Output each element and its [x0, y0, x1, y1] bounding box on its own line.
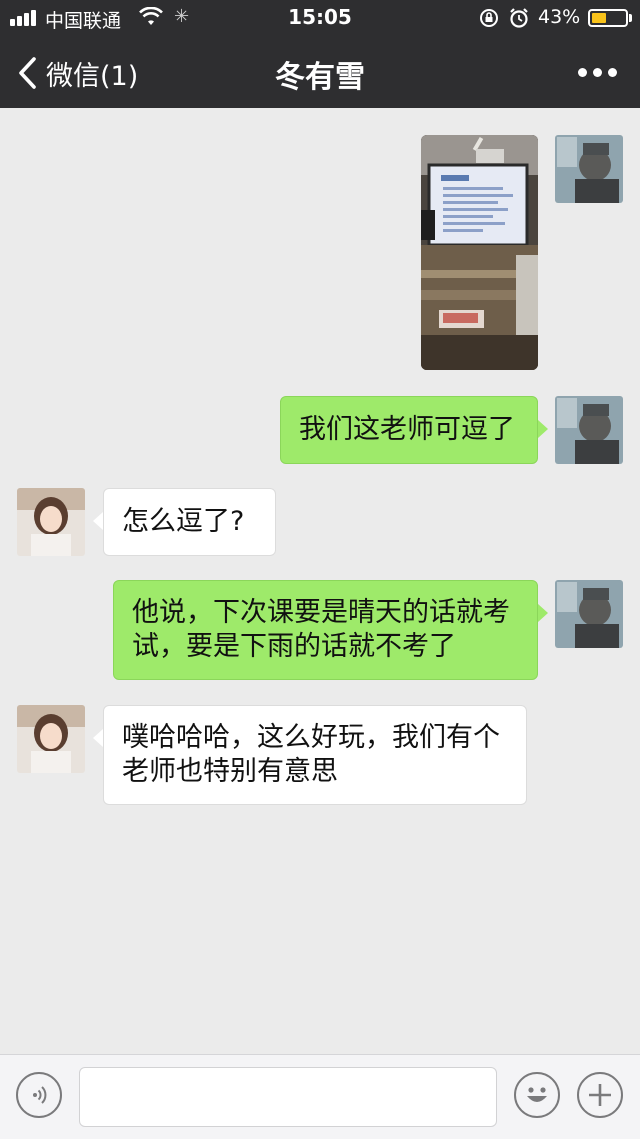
- bubble-tail: [93, 512, 103, 530]
- orientation-lock-icon: [480, 9, 498, 27]
- contact-message-bubble[interactable]: 怎么逗了?: [103, 488, 276, 556]
- classroom-photo: [421, 135, 538, 370]
- battery-percent: 43%: [538, 6, 581, 28]
- voice-button[interactable]: [16, 1072, 62, 1118]
- bubble-tail: [93, 729, 103, 747]
- more-icon[interactable]: [578, 68, 618, 78]
- emoji-button[interactable]: [514, 1072, 560, 1118]
- self-avatar[interactable]: [555, 135, 623, 203]
- battery-icon: [588, 9, 628, 27]
- voice-icon: [33, 1086, 47, 1104]
- self-message-bubble[interactable]: 他说，下次课要是晴天的话就考 试，要是下雨的话就不考了: [113, 580, 538, 680]
- add-icon: [589, 1084, 611, 1106]
- alarm-icon: [510, 8, 528, 28]
- message-input[interactable]: [79, 1067, 497, 1127]
- status-bar: 中国联通 ✳ 15:05 43%: [0, 0, 640, 36]
- self-message-bubble[interactable]: 我们这老师可逗了: [280, 396, 538, 464]
- message-text-line: 噗哈哈哈，这么好玩，我们有个: [122, 722, 500, 753]
- chat-title: 冬有雪: [275, 60, 365, 95]
- emoji-icon: [527, 1087, 547, 1102]
- self-avatar[interactable]: [555, 396, 623, 464]
- battery-tip: [629, 14, 632, 22]
- message-text-line: 试，要是下雨的话就不考了: [132, 631, 456, 662]
- self-avatar[interactable]: [555, 580, 623, 648]
- bubble-tail: [538, 604, 548, 622]
- nav-bar: 微信(1) 冬有雪: [0, 36, 640, 108]
- contact-avatar[interactable]: [17, 705, 85, 773]
- contact-avatar[interactable]: [17, 488, 85, 556]
- input-bar: [0, 1054, 640, 1139]
- message-text: 我们这老师可逗了: [299, 414, 515, 445]
- message-text-line: 他说，下次课要是晴天的话就考: [132, 597, 510, 628]
- bubble-tail: [538, 420, 548, 438]
- add-button[interactable]: [577, 1072, 623, 1118]
- battery-level-fill: [592, 13, 606, 23]
- contact-message-bubble[interactable]: 噗哈哈哈，这么好玩，我们有个 老师也特别有意思: [103, 705, 527, 805]
- message-text-line: 老师也特别有意思: [122, 756, 338, 787]
- message-text: 怎么逗了?: [122, 506, 245, 537]
- image-message[interactable]: [421, 135, 538, 370]
